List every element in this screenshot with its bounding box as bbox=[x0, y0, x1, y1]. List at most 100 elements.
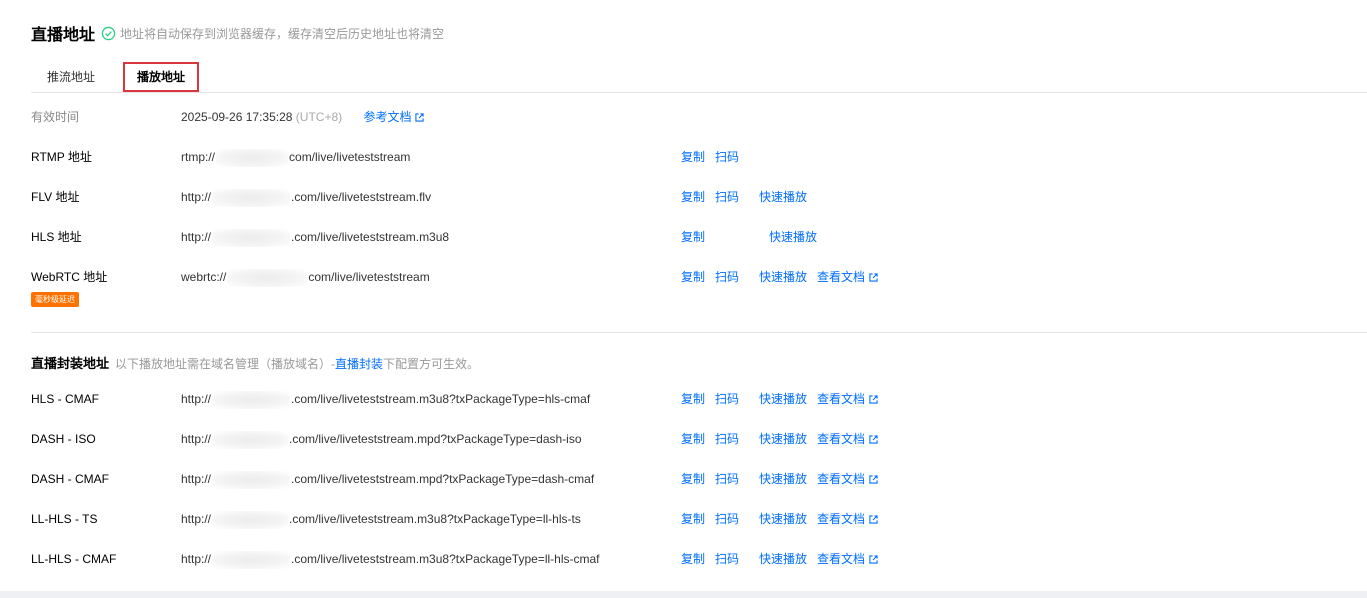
webrtc-url: webrtc:// com/live/liveteststream bbox=[181, 267, 430, 287]
redacted-domain bbox=[212, 510, 289, 529]
validity-label: 有效时间 bbox=[31, 110, 80, 124]
quick-play-button[interactable]: 快速播放 bbox=[759, 267, 807, 287]
package-section-title: 直播封装地址 bbox=[31, 356, 110, 371]
tip-before: 以下播放地址需在域名管理（播放域名）- bbox=[115, 357, 336, 371]
validity-row: 有效时间 2025-09-26 17:35:28 (UTC+8) 参考文档 bbox=[31, 107, 1367, 127]
scan-button[interactable]: 扫码 bbox=[715, 509, 739, 529]
url-prefix: http:// bbox=[181, 230, 212, 244]
webrtc-row: WebRTC 地址 webrtc:// com/live/liveteststre… bbox=[31, 267, 1367, 287]
package-row: HLS - CMAF http:// .com/live/liveteststre… bbox=[31, 389, 1367, 409]
url-suffix: .com/live/liveteststream.m3u8?txPackageT… bbox=[291, 392, 591, 406]
flv-row: FLV 地址 http:// .com/live/liveteststream.f… bbox=[31, 187, 1367, 207]
copy-button[interactable]: 复制 bbox=[681, 549, 705, 569]
url-suffix: .com/live/liveteststream.mpd?txPackageTy… bbox=[289, 432, 582, 446]
copy-button[interactable]: 复制 bbox=[681, 389, 705, 409]
quick-play-button[interactable]: 快速播放 bbox=[759, 429, 807, 449]
validity-time: 2025-09-26 17:35:28 bbox=[181, 110, 293, 124]
redacted-domain bbox=[212, 188, 291, 207]
copy-button[interactable]: 复制 bbox=[681, 227, 705, 247]
live-package-link[interactable]: 直播封装 bbox=[335, 357, 383, 371]
external-link-icon bbox=[869, 555, 878, 564]
quick-play-button[interactable]: 快速播放 bbox=[759, 509, 807, 529]
validity-value: 2025-09-26 17:35:28 (UTC+8) 参考文档 bbox=[181, 107, 425, 127]
view-doc-label: 查看文档 bbox=[817, 432, 866, 446]
redacted-domain bbox=[212, 470, 291, 489]
package-url: http:// .com/live/liveteststream.mpd?txPa… bbox=[181, 469, 594, 489]
quick-play-button[interactable]: 快速播放 bbox=[759, 469, 807, 489]
package-row: LL-HLS - CMAF http:// .com/live/livetests… bbox=[31, 549, 1367, 569]
redacted-domain bbox=[212, 550, 291, 569]
ref-doc-label: 参考文档 bbox=[363, 110, 412, 124]
rtmp-url: rtmp:// com/live/liveteststream bbox=[181, 147, 410, 167]
external-link-icon bbox=[415, 113, 425, 122]
package-label: DASH - CMAF bbox=[31, 472, 109, 486]
view-doc-link[interactable]: 查看文档 bbox=[817, 469, 878, 489]
url-suffix: com/live/liveteststream bbox=[308, 270, 430, 284]
url-prefix: webrtc:// bbox=[181, 270, 227, 284]
page-bottom-bar bbox=[0, 591, 1367, 598]
copy-button[interactable]: 复制 bbox=[681, 509, 705, 529]
low-latency-badge: 毫秒级延迟 bbox=[31, 292, 79, 307]
url-prefix: http:// bbox=[181, 190, 212, 204]
scan-button[interactable]: 扫码 bbox=[715, 389, 739, 409]
page-title: 直播地址 bbox=[31, 27, 96, 44]
redacted-domain bbox=[212, 228, 291, 247]
quick-play-button[interactable]: 快速播放 bbox=[769, 227, 817, 247]
package-url: http:// .com/live/liveteststream.m3u8?txP… bbox=[181, 549, 599, 569]
external-link-icon bbox=[869, 515, 878, 524]
copy-button[interactable]: 复制 bbox=[681, 429, 705, 449]
url-prefix: rtmp:// bbox=[181, 150, 216, 164]
rtmp-label: RTMP 地址 bbox=[31, 150, 92, 164]
scan-button[interactable]: 扫码 bbox=[715, 147, 739, 167]
quick-play-button[interactable]: 快速播放 bbox=[759, 549, 807, 569]
external-link-icon bbox=[869, 273, 878, 282]
tip-after: 下配置方可生效。 bbox=[383, 357, 480, 371]
hls-url: http:// .com/live/liveteststream.m3u8 bbox=[181, 227, 449, 247]
page-header: 直播地址 地址将自动保存到浏览器缓存，缓存清空后历史地址也将清空 bbox=[31, 21, 444, 45]
flv-url: http:// .com/live/liveteststream.flv bbox=[181, 187, 431, 207]
package-label: HLS - CMAF bbox=[31, 392, 100, 406]
validity-timezone: (UTC+8) bbox=[295, 110, 343, 124]
view-doc-link[interactable]: 查看文档 bbox=[817, 509, 878, 529]
url-suffix: .com/live/liveteststream.m3u8 bbox=[291, 230, 450, 244]
view-doc-link[interactable]: 查看文档 bbox=[817, 267, 878, 287]
package-url: http:// .com/live/liveteststream.mpd?txPa… bbox=[181, 429, 582, 449]
tab-bar: 推流地址 播放地址 bbox=[31, 62, 1367, 93]
url-prefix: http:// bbox=[181, 392, 212, 406]
copy-button[interactable]: 复制 bbox=[681, 469, 705, 489]
url-suffix: com/live/liveteststream bbox=[289, 150, 411, 164]
redacted-domain bbox=[227, 268, 308, 287]
tab-push-url[interactable]: 推流地址 bbox=[31, 64, 111, 90]
tab-play-url[interactable]: 播放地址 bbox=[123, 62, 199, 92]
package-section-header: 直播封装地址 以下播放地址需在域名管理（播放域名）-直播封装下配置方可生效。 bbox=[31, 354, 479, 374]
view-doc-label: 查看文档 bbox=[817, 392, 866, 406]
view-doc-link[interactable]: 查看文档 bbox=[817, 389, 878, 409]
package-section-tip: 以下播放地址需在域名管理（播放域名）-直播封装下配置方可生效。 bbox=[115, 357, 479, 371]
view-doc-link[interactable]: 查看文档 bbox=[817, 549, 878, 569]
scan-button[interactable]: 扫码 bbox=[715, 187, 739, 207]
external-link-icon bbox=[869, 475, 878, 484]
scan-button[interactable]: 扫码 bbox=[715, 429, 739, 449]
view-doc-label: 查看文档 bbox=[817, 472, 866, 486]
url-suffix: .com/live/liveteststream.flv bbox=[291, 190, 432, 204]
external-link-icon bbox=[869, 395, 878, 404]
scan-button[interactable]: 扫码 bbox=[715, 549, 739, 569]
quick-play-button[interactable]: 快速播放 bbox=[759, 187, 807, 207]
view-doc-label: 查看文档 bbox=[817, 270, 866, 284]
webrtc-label: WebRTC 地址 bbox=[31, 270, 108, 284]
scan-button[interactable]: 扫码 bbox=[715, 267, 739, 287]
copy-button[interactable]: 复制 bbox=[681, 187, 705, 207]
copy-button[interactable]: 复制 bbox=[681, 147, 705, 167]
package-label: DASH - ISO bbox=[31, 432, 96, 446]
ref-doc-link[interactable]: 参考文档 bbox=[363, 110, 425, 124]
url-prefix: http:// bbox=[181, 552, 212, 566]
copy-button[interactable]: 复制 bbox=[681, 267, 705, 287]
check-circle-icon bbox=[101, 26, 116, 40]
package-row: DASH - ISO http:// .com/live/liveteststre… bbox=[31, 429, 1367, 449]
package-row: DASH - CMAF http:// .com/live/liveteststr… bbox=[31, 469, 1367, 489]
hls-row: HLS 地址 http:// .com/live/liveteststream.m… bbox=[31, 227, 1367, 247]
view-doc-link[interactable]: 查看文档 bbox=[817, 429, 878, 449]
quick-play-button[interactable]: 快速播放 bbox=[759, 389, 807, 409]
scan-button[interactable]: 扫码 bbox=[715, 469, 739, 489]
external-link-icon bbox=[869, 435, 878, 444]
